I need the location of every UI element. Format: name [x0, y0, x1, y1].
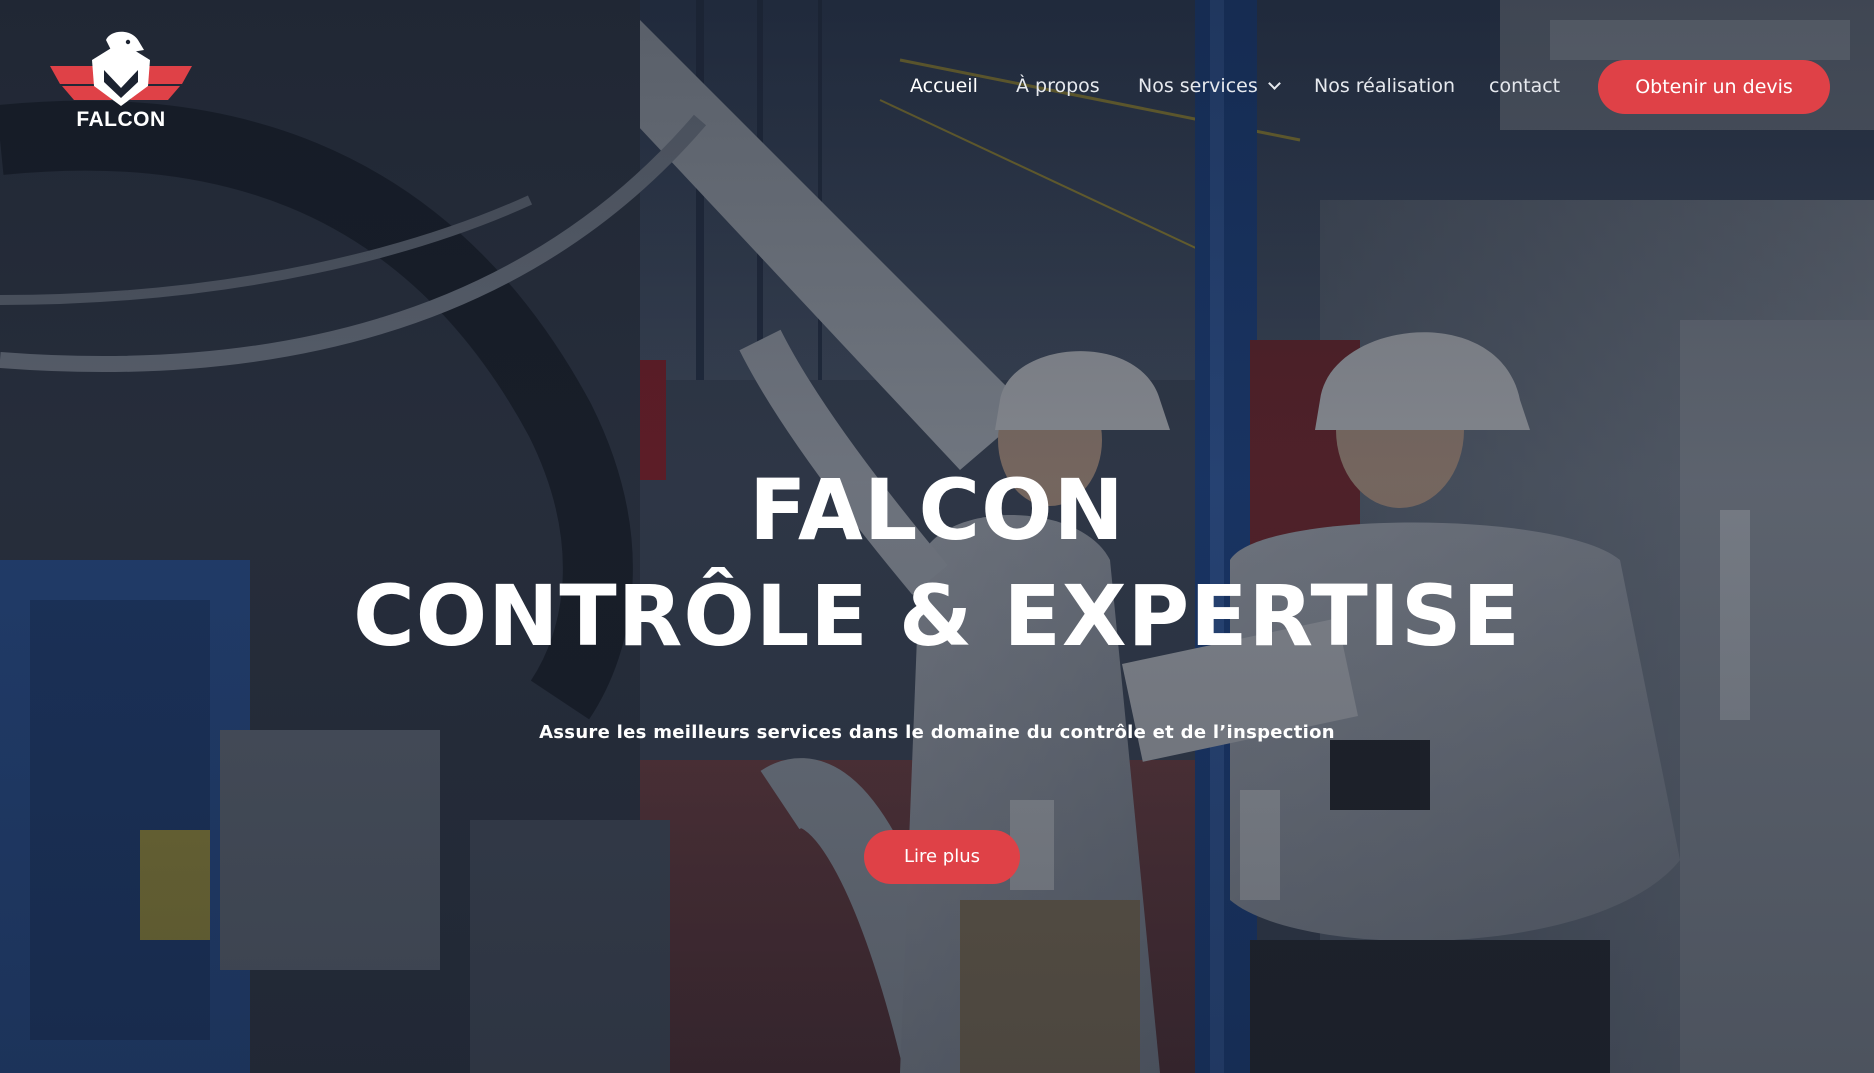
nav-item-accueil[interactable]: Accueil — [910, 60, 978, 112]
nav-item-label: contact — [1489, 75, 1561, 97]
nav-item-a-propos[interactable]: À propos — [1016, 60, 1100, 112]
get-quote-button[interactable]: Obtenir un devis — [1598, 60, 1830, 114]
site-header: FALCON Accueil À propos Nos services Nos… — [0, 0, 1874, 180]
nav-item-nos-services[interactable]: Nos services — [1138, 60, 1281, 112]
nav-item-label: Nos services — [1138, 75, 1258, 97]
hero-section: FALCON Accueil À propos Nos services Nos… — [0, 0, 1874, 1073]
brand-logo-text: FALCON — [76, 108, 166, 131]
hero-title-line-2: CONTRÔLE & EXPERTISE — [353, 567, 1521, 665]
nav-item-nos-realisation[interactable]: Nos réalisation — [1314, 60, 1455, 112]
nav-item-label: Accueil — [910, 75, 978, 97]
hero-title-line-1: FALCON — [749, 461, 1125, 559]
nav-item-label: À propos — [1016, 75, 1100, 97]
falcon-eagle-shield-icon — [50, 31, 192, 106]
nav-item-label: Nos réalisation — [1314, 75, 1455, 97]
brand-logo[interactable]: FALCON — [48, 30, 194, 136]
hero-subtitle: Assure les meilleurs services dans le do… — [539, 722, 1335, 743]
chevron-down-icon — [1267, 77, 1281, 90]
nav-item-contact[interactable]: contact — [1489, 60, 1560, 112]
read-more-button[interactable]: Lire plus — [864, 830, 1020, 884]
